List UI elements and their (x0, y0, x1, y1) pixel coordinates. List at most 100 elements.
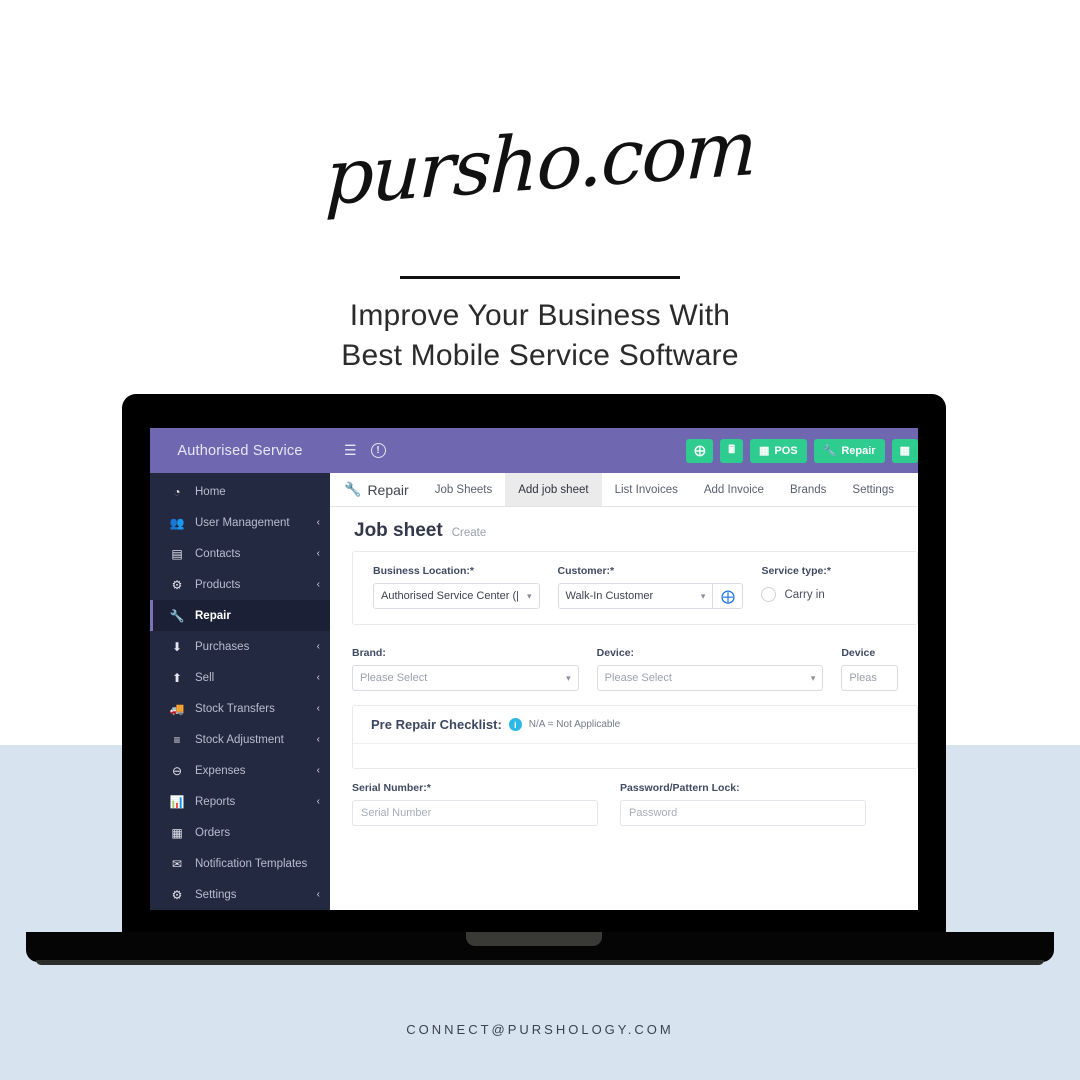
password-lock-input[interactable]: Password (620, 800, 866, 826)
sidebar-item-repair[interactable]: 🔧 Repair (150, 600, 330, 631)
sidebar-item-expenses[interactable]: ⊖ Expenses ‹ (150, 755, 330, 786)
brand-label: Brand: (352, 647, 386, 659)
tab-add-invoice[interactable]: Add Invoice (691, 473, 777, 506)
sidebar-item-notification-templates[interactable]: ✉ Notification Templates (150, 848, 330, 879)
customer-label: Customer:* (557, 565, 615, 577)
wrench-icon: 🔧 (344, 481, 362, 497)
tab-brands[interactable]: Brands (777, 473, 839, 506)
password-lock-group: Password/Pattern Lock: Password (620, 782, 866, 826)
application-window: Authorised Service ◔ Home 👥 User Managem… (150, 428, 918, 910)
device-group: Device: Please Select ▾ (596, 647, 824, 691)
tab-add-job-sheet[interactable]: Add job sheet (505, 473, 602, 506)
add-customer-button[interactable]: ⨁ (713, 583, 744, 609)
download-circle-icon: ⬇ (171, 639, 183, 654)
tab-bar: 🔧 Repair Job Sheets Add job sheet List I… (330, 473, 918, 507)
sidebar-item-home[interactable]: ◔ Home (150, 476, 330, 507)
sidebar-item-orders[interactable]: ▦ Orders (150, 817, 330, 848)
table-icon: ▦ (171, 825, 183, 840)
sidebar-item-reports[interactable]: 📊 Reports ‹ (150, 786, 330, 817)
overflow-button[interactable]: ▦ (891, 438, 918, 463)
service-type-group: Service type:* Carry in (761, 565, 897, 609)
radio-button[interactable] (761, 587, 777, 602)
business-location-group: Business Location:* Authorised Service C… (373, 565, 540, 609)
laptop-notch (466, 932, 602, 946)
business-location-select[interactable]: Authorised Service Center (| ▾ (373, 583, 540, 609)
active-accent-bar (150, 600, 153, 631)
sidebar-item-label: Home (195, 485, 226, 498)
wrench-icon: 🔧 (822, 445, 837, 457)
tab-settings[interactable]: Settings (839, 473, 907, 506)
header-divider (400, 276, 680, 279)
chevron-down-icon: ▾ (700, 590, 706, 601)
grid-icon: ▦ (759, 445, 770, 457)
add-button[interactable]: ⨁ (686, 438, 714, 463)
upload-circle-icon: ⬆ (171, 670, 183, 685)
pos-button[interactable]: ▦ POS (750, 438, 807, 463)
chevron-left-icon: ‹ (316, 734, 320, 745)
sidebar-item-purchases[interactable]: ⬇ Purchases ‹ (150, 631, 330, 662)
password-lock-label: Password/Pattern Lock: (620, 782, 740, 794)
calculator-button[interactable]: 🖩 (720, 438, 743, 463)
serial-number-input[interactable]: Serial Number (352, 800, 598, 826)
form-row-device: Brand: Please Select ▾ Device: Please Se… (352, 647, 918, 691)
sidebar-item-label: Contacts (195, 547, 241, 560)
hamburger-icon[interactable]: ☰ (344, 442, 357, 459)
sidebar-item-sell[interactable]: ⬆ Sell ‹ (150, 662, 330, 693)
sidebar-item-settings[interactable]: ⚙ Settings ‹ (150, 879, 330, 910)
device-select[interactable]: Please Select ▾ (596, 665, 824, 691)
customer-select[interactable]: Walk-In Customer ▾ (557, 583, 714, 609)
repair-button[interactable]: 🔧 Repair (813, 438, 885, 463)
sidebar-item-contacts[interactable]: ▤ Contacts ‹ (150, 538, 330, 569)
sidebar-item-label: Notification Templates (195, 857, 308, 870)
headline: Improve Your Business With Best Mobile S… (0, 296, 1080, 376)
checklist-note: N/A = Not Applicable (528, 719, 621, 730)
page-title: Job sheet (354, 520, 443, 541)
brand-value: Please Select (360, 672, 428, 684)
tab-list-invoices[interactable]: List Invoices (602, 473, 691, 506)
tab-job-sheets[interactable]: Job Sheets (422, 473, 506, 506)
sidebar-item-products[interactable]: ⚙ Products ‹ (150, 569, 330, 600)
service-type-option-carry-in[interactable]: Carry in (761, 587, 897, 602)
sidebar-item-user-management[interactable]: 👥 User Management ‹ (150, 507, 330, 538)
business-location-value: Authorised Service Center (| (381, 590, 519, 602)
headline-line-1: Improve Your Business With (349, 299, 731, 332)
sidebar-item-stock-transfers[interactable]: 🚚 Stock Transfers ‹ (150, 693, 330, 724)
truck-icon: 🚚 (169, 701, 185, 716)
chevron-down-icon: ▾ (810, 672, 816, 683)
form-row-serial: Serial Number:* Serial Number Password/P… (330, 769, 918, 826)
chevron-left-icon: ‹ (316, 889, 320, 900)
chevron-left-icon: ‹ (316, 703, 320, 714)
brand-group: Brand: Please Select ▾ (352, 647, 579, 691)
info-icon[interactable]: ! (370, 443, 386, 458)
device-model-label: Device (841, 647, 876, 659)
bar-chart-icon: 📊 (169, 794, 185, 809)
sidebar-item-label: Repair (195, 609, 231, 622)
sidebar-item-label: Expenses (195, 764, 246, 777)
device-model-select[interactable]: Pleas (841, 665, 899, 691)
footer-email: CONNECT@PURSHOLOGY.COM (406, 1022, 674, 1037)
sidebar-brand-title: Authorised Service (150, 428, 330, 473)
brand-select[interactable]: Please Select ▾ (352, 665, 579, 691)
customer-group: Customer:* Walk-In Customer ▾ ⨁ (557, 565, 744, 609)
repair-button-label: Repair (841, 444, 876, 457)
serial-number-label: Serial Number:* (352, 782, 431, 794)
device-value: Please Select (604, 672, 672, 684)
chevron-left-icon: ‹ (316, 641, 320, 652)
section-title: 🔧 Repair (330, 473, 422, 506)
sidebar-item-stock-adjustment[interactable]: ≡ Stock Adjustment ‹ (150, 724, 330, 755)
chevron-left-icon: ‹ (316, 796, 320, 807)
serial-number-group: Serial Number:* Serial Number (352, 782, 598, 826)
products-icon: ⚙ (171, 577, 183, 592)
brand-logo: pursho.com (323, 102, 757, 223)
device-model-group: Device Pleas (841, 647, 899, 691)
main-content: Job sheet Create Business Location:* Aut… (330, 507, 918, 910)
service-type-label: Service type:* (761, 565, 831, 577)
chevron-left-icon: ‹ (316, 765, 320, 776)
section-title-label: Repair (367, 481, 409, 498)
sidebar: Authorised Service ◔ Home 👥 User Managem… (150, 428, 330, 910)
business-location-label: Business Location:* (373, 565, 474, 577)
device-section: Brand: Please Select ▾ Device: Please Se… (330, 647, 918, 691)
users-icon: 👥 (169, 515, 185, 530)
checklist-title: Pre Repair Checklist: (371, 717, 502, 732)
page-header: Job sheet Create (330, 507, 918, 551)
